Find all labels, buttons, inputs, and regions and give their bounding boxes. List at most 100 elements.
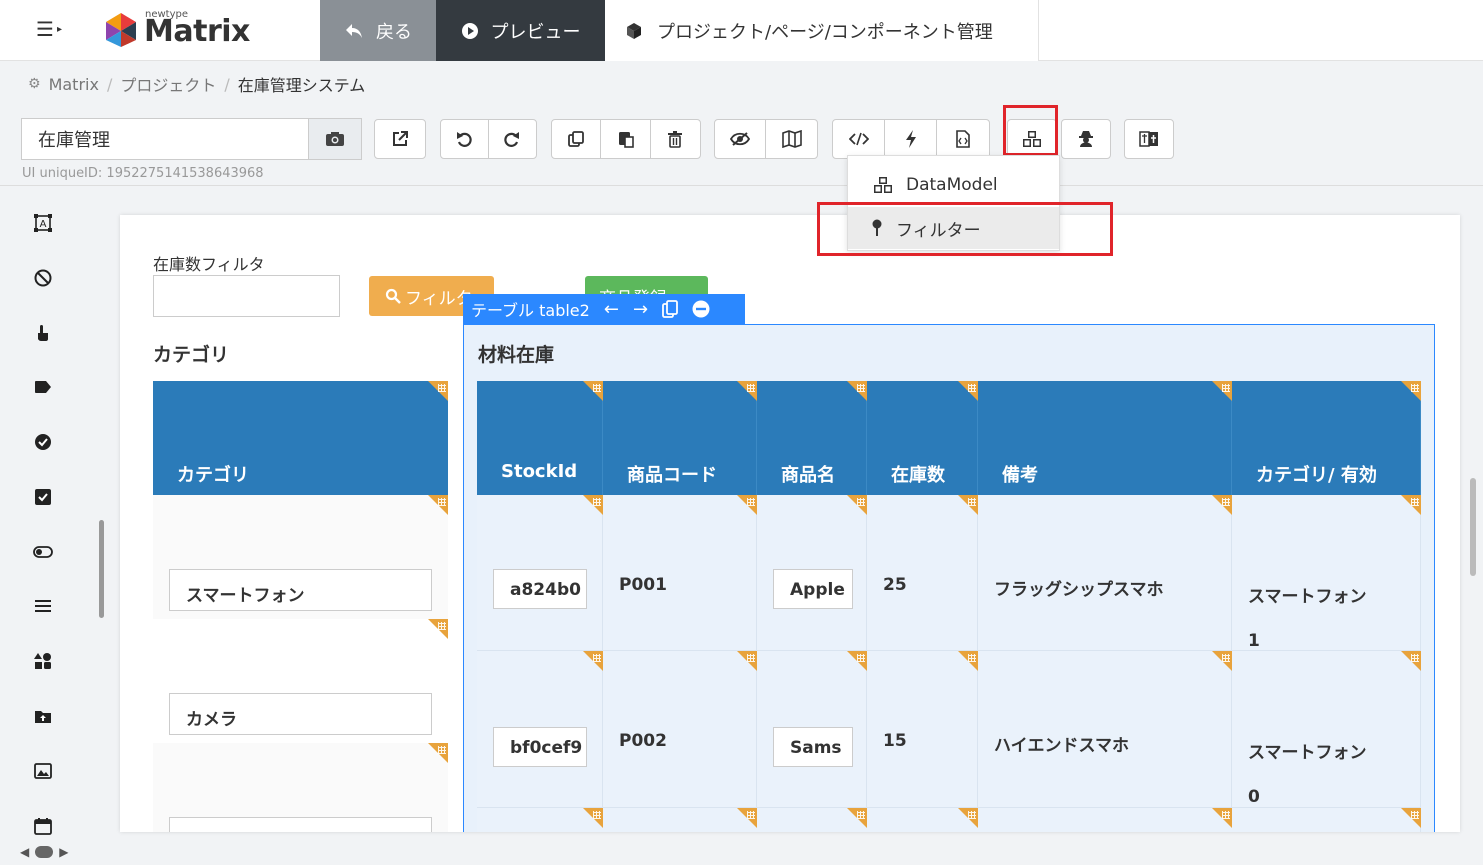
table-cell[interactable]: 15 [867, 651, 978, 808]
name-cell-input[interactable]: Apple [773, 569, 853, 609]
table-cell[interactable]: P002 [603, 651, 757, 808]
cell-resize-handle[interactable] [737, 808, 757, 828]
menu-item-datamodel[interactable]: DataModel [848, 163, 1059, 207]
list-icon[interactable] [32, 595, 54, 617]
image-icon[interactable] [32, 760, 54, 782]
cell-resize-handle[interactable] [1401, 381, 1421, 401]
scroll-thumb-icon[interactable] [35, 846, 54, 858]
table-cell[interactable]: スマートフォン 1 [1232, 495, 1421, 651]
screenshot-button[interactable] [308, 118, 362, 160]
scroll-left-icon[interactable]: ◀ [20, 845, 29, 859]
pointer-icon[interactable] [32, 322, 54, 344]
calendar-edit-icon[interactable] [32, 815, 54, 837]
cell-resize-handle[interactable] [1401, 808, 1421, 828]
cell-resize-handle[interactable] [847, 651, 867, 671]
category-row[interactable] [153, 743, 448, 832]
cell-resize-handle[interactable] [428, 381, 448, 401]
column-header-code[interactable]: 商品コード [603, 381, 757, 495]
toggle-icon[interactable] [32, 541, 54, 563]
cell-resize-handle[interactable] [1212, 381, 1232, 401]
map-button[interactable] [766, 120, 817, 158]
undo-button[interactable] [441, 120, 489, 158]
sidebar-scrollbar[interactable] [99, 520, 104, 618]
cell-resize-handle[interactable] [1212, 808, 1232, 828]
table-cell[interactable]: ハイエンドスマホ [978, 651, 1232, 808]
column-header-note[interactable]: 備考 [978, 381, 1232, 495]
copy-button[interactable] [552, 120, 602, 158]
page-scrollbar[interactable] [1470, 478, 1476, 576]
paste-button[interactable] [601, 120, 651, 158]
cell-resize-handle[interactable] [847, 495, 867, 515]
cell-resize-handle[interactable] [583, 495, 603, 515]
back-button[interactable]: 戻る [320, 0, 436, 61]
text-component-icon[interactable]: A [32, 212, 54, 234]
preview-button[interactable]: プレビュー [436, 0, 605, 61]
cell-resize-handle[interactable] [958, 381, 978, 401]
event-button[interactable] [885, 120, 937, 158]
category-cell-input[interactable]: カメラ [169, 693, 432, 735]
cell-resize-handle[interactable] [428, 495, 448, 515]
category-row[interactable]: カメラ [153, 619, 448, 743]
ui-name-input[interactable] [21, 118, 309, 160]
code-button[interactable] [833, 120, 886, 158]
tag-icon[interactable] [32, 376, 54, 398]
cell-resize-handle[interactable] [847, 808, 867, 828]
cell-resize-handle[interactable] [583, 808, 603, 828]
cell-resize-handle[interactable] [428, 743, 448, 763]
cell-resize-handle[interactable] [583, 381, 603, 401]
cell-resize-handle[interactable] [958, 808, 978, 828]
table-cell[interactable]: 25 [867, 495, 978, 651]
clone-icon[interactable] [662, 300, 678, 318]
category-cell-input[interactable]: スマートフォン [169, 569, 432, 611]
cell-resize-handle[interactable] [847, 381, 867, 401]
table-cell[interactable]: bf0cef9 [477, 651, 603, 808]
cell-resize-handle[interactable] [1212, 495, 1232, 515]
cell-resize-handle[interactable] [958, 495, 978, 515]
category-row[interactable]: スマートフォン [153, 495, 448, 619]
table-cell[interactable]: Sams [757, 651, 867, 808]
upload-folder-icon[interactable] [32, 705, 54, 727]
table-cell[interactable]: フラッグシップスマホ [978, 495, 1232, 651]
app-logo[interactable]: newtype Matrix [98, 6, 318, 54]
delete-button[interactable] [651, 120, 700, 158]
stock-filter-input[interactable] [153, 275, 340, 317]
breadcrumb-item-matrix[interactable]: Matrix [49, 75, 99, 94]
scroll-right-icon[interactable]: ▶ [59, 845, 68, 859]
table-cell[interactable]: a824b0 [477, 495, 603, 651]
name-cell-input[interactable]: Sams [773, 727, 853, 767]
table-cell[interactable]: P001 [603, 495, 757, 651]
security-button[interactable] [1062, 120, 1110, 158]
cell-resize-handle[interactable] [1401, 495, 1421, 515]
cell-resize-handle[interactable] [737, 495, 757, 515]
check-circle-icon[interactable] [32, 431, 54, 453]
file-code-button[interactable] [937, 120, 989, 158]
category-cell-input[interactable] [169, 817, 432, 832]
cell-resize-handle[interactable] [737, 651, 757, 671]
project-manage-button[interactable]: プロジェクト/ページ/コンポーネント管理 [605, 0, 1039, 61]
column-header-category[interactable]: カテゴリ/ 有効 [1232, 381, 1421, 495]
remove-circle-icon[interactable] [692, 300, 710, 318]
open-external-button[interactable] [375, 120, 425, 158]
arrow-left-icon[interactable]: ← [604, 299, 619, 320]
check-square-icon[interactable] [32, 486, 54, 508]
cell-resize-handle[interactable] [1401, 651, 1421, 671]
cell-resize-handle[interactable] [737, 381, 757, 401]
cell-resize-handle[interactable] [1212, 651, 1232, 671]
table-cell[interactable]: Apple [757, 495, 867, 651]
category-table-header[interactable]: カテゴリ [153, 381, 448, 495]
ban-icon[interactable] [32, 267, 54, 289]
breadcrumb-item-project[interactable]: プロジェクト [120, 72, 216, 96]
arrow-right-icon[interactable]: → [633, 299, 648, 320]
cell-resize-handle[interactable] [583, 651, 603, 671]
cell-resize-handle[interactable] [958, 651, 978, 671]
stockid-cell-input[interactable]: a824b0 [493, 569, 587, 609]
menu-toggle-button[interactable]: ☰ ▸ [22, 14, 78, 44]
table-cell[interactable]: スマートフォン 0 [1232, 651, 1421, 808]
shapes-icon[interactable] [32, 650, 54, 672]
toggle-visibility-button[interactable] [715, 120, 767, 158]
table-row[interactable] [477, 808, 1421, 832]
cell-resize-handle[interactable] [428, 619, 448, 639]
stockid-cell-input[interactable]: bf0cef9 [493, 727, 587, 767]
translate-button[interactable] [1125, 120, 1173, 158]
redo-button[interactable] [489, 120, 536, 158]
